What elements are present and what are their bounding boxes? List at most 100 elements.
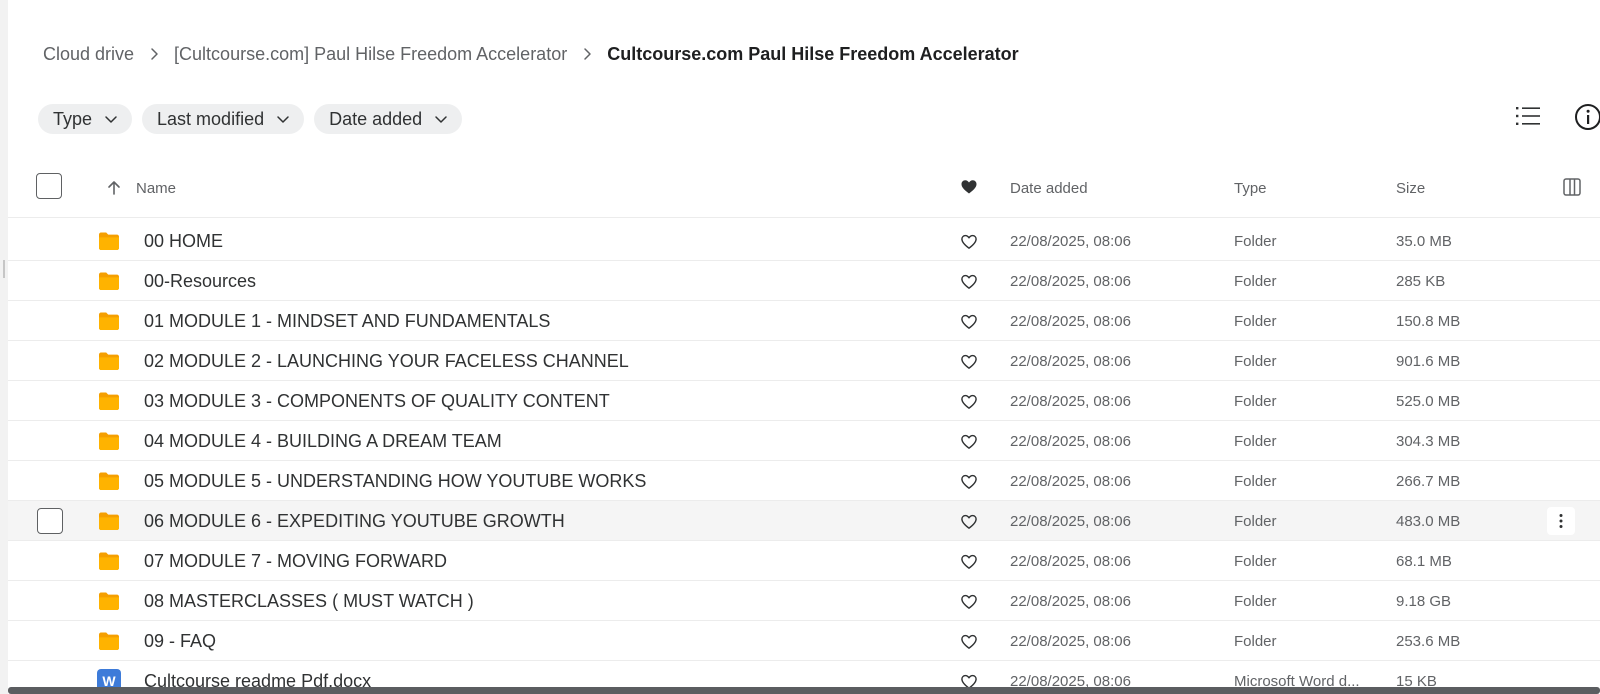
folder-icon [99,592,119,610]
date-added-cell: 22/08/2025, 08:06 [1010,553,1131,570]
heart-outline-icon[interactable] [960,433,978,451]
file-name[interactable]: 00 HOME [144,231,223,252]
file-name[interactable]: 00-Resources [144,271,256,292]
size-cell: 9.18 GB [1396,593,1452,610]
list-view-button[interactable] [1513,101,1543,131]
date-added-cell: 22/08/2025, 08:06 [1010,353,1131,370]
filter-type-label: Type [53,108,93,129]
heart-outline-icon[interactable] [960,273,978,291]
column-header-type[interactable]: Type [1234,180,1267,197]
date-added-cell: 22/08/2025, 08:06 [1010,273,1131,290]
list-view-icon [1516,107,1540,125]
table-row[interactable]: 08 MASTERCLASSES ( MUST WATCH ) 22/08/202… [8,581,1600,621]
info-icon[interactable] [1572,101,1600,133]
more-options-button[interactable] [1547,507,1575,535]
file-name[interactable]: 06 MODULE 6 - EXPEDITING YOUTUBE GROWTH [144,511,565,532]
chevron-down-icon [277,116,289,123]
filter-type-button[interactable]: Type [38,104,133,134]
columns-icon[interactable] [1561,176,1583,198]
filter-last-modified-button[interactable]: Last modified [142,104,305,134]
folder-icon [99,272,119,290]
heart-outline-icon[interactable] [960,313,978,331]
breadcrumb-cloud-drive[interactable]: Cloud drive [43,44,134,65]
table-header: Name Date added Type Size [8,162,1600,218]
chevron-right-icon [567,47,607,61]
heart-outline-icon[interactable] [960,633,978,651]
table-row[interactable]: 05 MODULE 5 - UNDERSTANDING HOW YOUTUBE … [8,461,1600,501]
left-pane-edge[interactable] [0,0,8,694]
file-name[interactable]: 03 MODULE 3 - COMPONENTS OF QUALITY CONT… [144,391,610,412]
table-row[interactable]: 00 HOME 22/08/2025, 08:06 Folder 35.0 MB [8,221,1600,261]
heart-outline-icon[interactable] [960,593,978,611]
table-row[interactable]: 02 MODULE 2 - LAUNCHING YOUR FACELESS CH… [8,341,1600,381]
folder-icon [99,632,119,650]
size-cell: 150.8 MB [1396,313,1461,330]
file-name[interactable]: 04 MODULE 4 - BUILDING A DREAM TEAM [144,431,502,452]
table-row[interactable]: 07 MODULE 7 - MOVING FORWARD 22/08/2025, … [8,541,1600,581]
type-cell: Folder [1234,353,1277,370]
table-row[interactable]: 06 MODULE 6 - EXPEDITING YOUTUBE GROWTH 2… [8,501,1600,541]
date-added-cell: 22/08/2025, 08:06 [1010,473,1131,490]
folder-icon [99,232,119,250]
file-name[interactable]: 08 MASTERCLASSES ( MUST WATCH ) [144,591,474,612]
filter-date-added-button[interactable]: Date added [314,104,463,134]
date-added-cell: 22/08/2025, 08:06 [1010,633,1131,650]
breadcrumb-parent-folder[interactable]: [Cultcourse.com] Paul Hilse Freedom Acce… [174,44,567,65]
date-added-cell: 22/08/2025, 08:06 [1010,313,1131,330]
size-cell: 266.7 MB [1396,473,1461,490]
folder-icon [99,552,119,570]
heart-outline-icon[interactable] [960,473,978,491]
date-added-cell: 22/08/2025, 08:06 [1010,393,1131,410]
size-cell: 285 KB [1396,273,1446,290]
column-header-date-added[interactable]: Date added [1010,180,1088,197]
folder-icon [99,512,119,530]
column-header-name[interactable]: Name [136,180,176,197]
type-cell: Folder [1234,633,1277,650]
table-row[interactable]: 04 MODULE 4 - BUILDING A DREAM TEAM 22/08… [8,421,1600,461]
folder-icon [99,352,119,370]
type-cell: Folder [1234,473,1277,490]
more-vertical-icon [1559,514,1563,528]
table-row[interactable]: 03 MODULE 3 - COMPONENTS OF QUALITY CONT… [8,381,1600,421]
filter-last-modified-label: Last modified [157,108,265,129]
horizontal-scrollbar[interactable] [8,687,1600,694]
heart-outline-icon[interactable] [960,553,978,571]
date-added-cell: 22/08/2025, 08:06 [1010,593,1131,610]
date-added-cell: 22/08/2025, 08:06 [1010,233,1131,250]
breadcrumb-current-folder: Cultcourse.com Paul Hilse Freedom Accele… [607,43,1019,64]
heart-filled-icon[interactable] [960,178,978,196]
date-added-cell: 22/08/2025, 08:06 [1010,513,1131,530]
table-row[interactable]: 00-Resources 22/08/2025, 08:06 Folder 285 K… [8,261,1600,301]
file-name[interactable]: 09 - FAQ [144,631,216,652]
breadcrumb: Cloud drive [Cultcourse.com] Paul Hilse … [43,42,1019,66]
row-select-checkbox[interactable] [37,508,63,534]
table-row[interactable]: 01 MODULE 1 - MINDSET AND FUNDAMENTALS 22… [8,301,1600,341]
heart-outline-icon[interactable] [960,393,978,411]
chevron-down-icon [435,116,447,123]
cloud-drive-page: Cloud drive [Cultcourse.com] Paul Hilse … [0,0,1600,694]
file-name[interactable]: 05 MODULE 5 - UNDERSTANDING HOW YOUTUBE … [144,471,646,492]
select-all-checkbox[interactable] [36,173,62,199]
type-cell: Folder [1234,233,1277,250]
size-cell: 35.0 MB [1396,233,1452,250]
heart-outline-icon[interactable] [960,353,978,371]
type-cell: Folder [1234,433,1277,450]
filter-bar: Type Last modified Date added [38,104,463,134]
file-name[interactable]: 01 MODULE 1 - MINDSET AND FUNDAMENTALS [144,311,550,332]
size-cell: 304.3 MB [1396,433,1461,450]
type-cell: Folder [1234,313,1277,330]
arrow-up-icon[interactable] [103,177,125,199]
column-header-size[interactable]: Size [1396,180,1425,197]
size-cell: 901.6 MB [1396,353,1461,370]
heart-outline-icon[interactable] [960,513,978,531]
resize-handle[interactable] [3,260,5,278]
type-cell: Folder [1234,273,1277,290]
file-name[interactable]: 07 MODULE 7 - MOVING FORWARD [144,551,447,572]
type-cell: Folder [1234,513,1277,530]
heart-outline-icon[interactable] [960,233,978,251]
type-cell: Folder [1234,593,1277,610]
table-row[interactable]: 09 - FAQ 22/08/2025, 08:06 Folder 253.6 MB [8,621,1600,661]
folder-icon [99,392,119,410]
file-name[interactable]: 02 MODULE 2 - LAUNCHING YOUR FACELESS CH… [144,351,629,372]
date-added-cell: 22/08/2025, 08:06 [1010,433,1131,450]
